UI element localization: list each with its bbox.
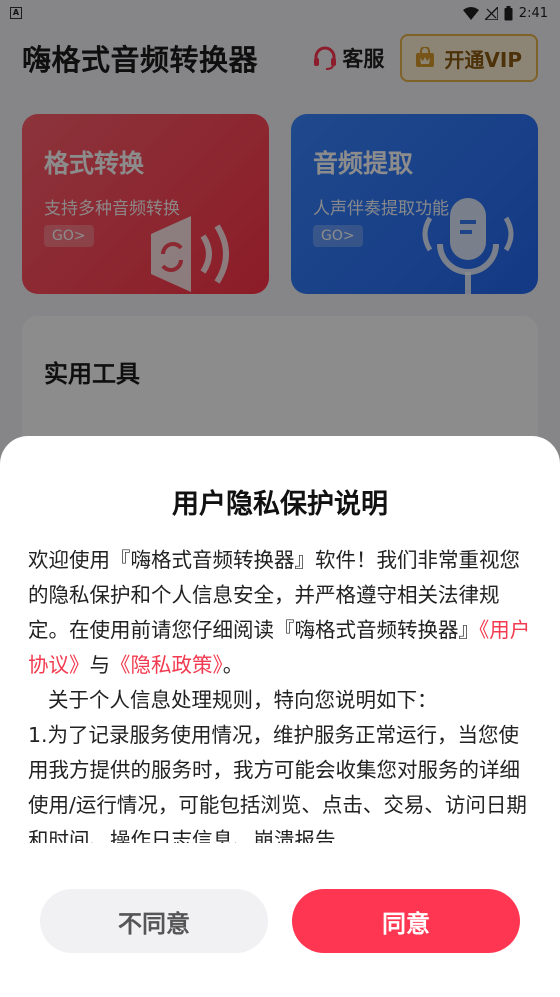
disagree-button[interactable]: 不同意 xyxy=(40,889,268,953)
dialog-text: 欢迎使用『嗨格式音频转换器』软件！我们非常重视您的隐私保护和个人信息安全，并严格… xyxy=(28,548,520,642)
agree-button[interactable]: 同意 xyxy=(292,889,520,953)
dialog-paragraph: 1.为了记录服务使用情况，维护服务正常运行，当您使用我方提供的服务时，我方可能会… xyxy=(28,723,527,843)
dialog-body: 欢迎使用『嗨格式音频转换器』软件！我们非常重视您的隐私保护和个人信息安全，并严格… xyxy=(28,543,532,843)
dialog-title: 用户隐私保护说明 xyxy=(172,489,388,520)
dialog-text: 与 xyxy=(89,653,111,677)
privacy-policy-link[interactable]: 《隐私政策》 xyxy=(110,653,223,677)
dialog-paragraph: 欢迎使用『嗨格式音频转换器』软件！我们非常重视您的隐私保护和个人信息安全，并严格… xyxy=(28,543,532,683)
privacy-dialog: 用户隐私保护说明 欢迎使用『嗨格式音频转换器』软件！我们非常重视您的隐私保护和个… xyxy=(0,436,560,997)
dialog-text: 。 xyxy=(222,653,244,677)
dialog-paragraph: 关于个人信息处理规则，特向您说明如下： xyxy=(48,688,438,712)
dialog-actions: 不同意 同意 xyxy=(40,889,520,953)
